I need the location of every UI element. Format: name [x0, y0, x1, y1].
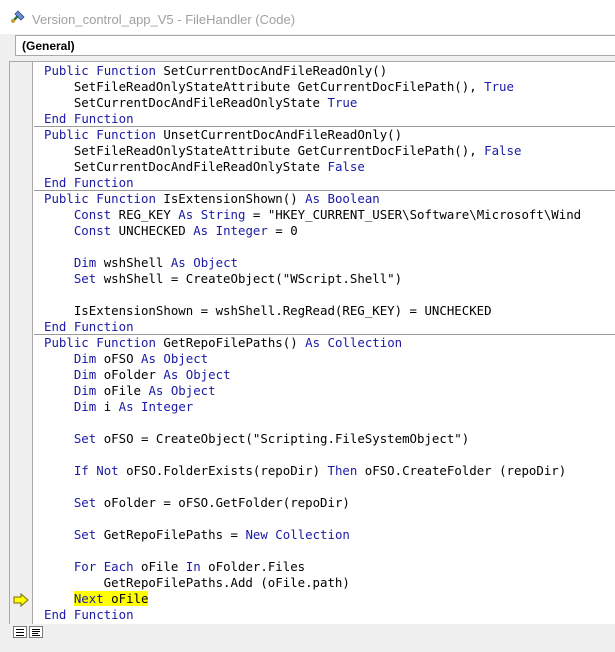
code-line[interactable]: GetRepoFilePaths.Add (oFile.path) — [44, 575, 350, 591]
code-line[interactable]: Set oFSO = CreateObject("Scripting.FileS… — [44, 431, 469, 447]
title-bar: Version_control_app_V5 - FileHandler (Co… — [0, 0, 615, 34]
code-editor[interactable]: Public Function SetCurrentDocAndFileRead… — [44, 63, 615, 623]
code-line[interactable]: End Function — [44, 175, 134, 191]
code-line[interactable]: Public Function GetRepoFilePaths() As Co… — [44, 335, 402, 351]
code-line[interactable]: Set GetRepoFilePaths = New Collection — [44, 527, 350, 543]
code-line[interactable]: Dim wshShell As Object — [44, 255, 238, 271]
code-line[interactable]: End Function — [44, 607, 134, 623]
object-dropdown-value: (General) — [22, 39, 75, 53]
execution-point-arrow-icon — [13, 593, 29, 607]
code-line[interactable]: IsExtensionShown = wshShell.RegRead(REG_… — [44, 303, 492, 319]
code-line[interactable]: Const UNCHECKED As Integer = 0 — [44, 223, 298, 239]
code-line[interactable]: Dim oFile As Object — [44, 383, 216, 399]
status-bar — [0, 624, 615, 652]
code-line[interactable]: SetCurrentDocAndFileReadOnlyState True — [44, 95, 358, 111]
procedure-separator — [34, 190, 615, 191]
margin-indicator-bar[interactable] — [10, 62, 33, 624]
code-line[interactable]: Set wshShell = CreateObject("WScript.She… — [44, 271, 402, 287]
code-line[interactable]: Public Function UnsetCurrentDocAndFileRe… — [44, 127, 402, 143]
procedure-separator — [34, 334, 615, 335]
code-line[interactable]: SetCurrentDocAndFileReadOnlyState False — [44, 159, 365, 175]
code-line[interactable]: End Function — [44, 111, 134, 127]
code-line[interactable]: SetFileReadOnlyStateAttribute GetCurrent… — [44, 79, 514, 95]
code-line[interactable]: If Not oFSO.FolderExists(repoDir) Then o… — [44, 463, 566, 479]
combo-row: (General) — [0, 34, 615, 61]
code-line[interactable]: Next oFile — [44, 591, 149, 607]
code-line[interactable]: Dim i As Integer — [44, 399, 193, 415]
code-line[interactable]: Public Function IsExtensionShown() As Bo… — [44, 191, 380, 207]
vba-editor-icon — [11, 10, 25, 23]
window-title: Version_control_app_V5 - FileHandler (Co… — [32, 12, 296, 27]
code-line[interactable]: Set oFolder = oFSO.GetFolder(repoDir) — [44, 495, 350, 511]
procedure-view-icon[interactable] — [13, 626, 27, 638]
code-line[interactable]: Public Function SetCurrentDocAndFileRead… — [44, 63, 387, 79]
procedure-separator — [34, 126, 615, 127]
code-line[interactable]: Dim oFSO As Object — [44, 351, 208, 367]
code-line[interactable]: SetFileReadOnlyStateAttribute GetCurrent… — [44, 143, 522, 159]
code-line[interactable]: Const REG_KEY As String = "HKEY_CURRENT_… — [44, 207, 581, 223]
code-line[interactable]: For Each oFile In oFolder.Files — [44, 559, 305, 575]
object-dropdown[interactable]: (General) — [15, 35, 615, 56]
code-line[interactable]: Dim oFolder As Object — [44, 367, 231, 383]
full-module-view-icon[interactable] — [29, 626, 43, 638]
code-line[interactable]: End Function — [44, 319, 134, 335]
